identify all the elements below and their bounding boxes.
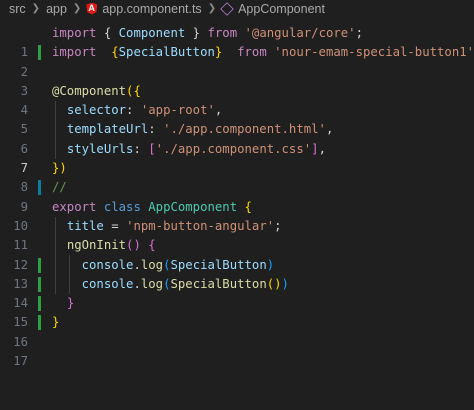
code-line-2[interactable]: 2 import {SpecialButton} from 'nour-emam… <box>0 43 474 79</box>
breadcrumb-symbol[interactable]: AppComponent <box>237 2 326 16</box>
code-line-10[interactable]: 10 export class AppComponent { <box>0 198 474 233</box>
code-line-13[interactable]: 13 console.log(SpecialButton) <box>0 256 474 291</box>
code-line-11[interactable]: 11 title = 'npm-button-angular'; <box>0 217 474 252</box>
gutter-added-marker[interactable] <box>38 45 41 61</box>
code-line-9[interactable]: 9 // <box>0 178 474 214</box>
code-text: ngOnInit() { <box>66 238 156 253</box>
breadcrumb-app[interactable]: app <box>45 2 68 16</box>
code-line-1[interactable]: 1 import { Component } from '@angular/co… <box>0 24 474 59</box>
code-text: export class AppComponent { <box>52 199 252 214</box>
gutter-added-marker[interactable] <box>38 296 41 312</box>
code-editor[interactable]: 1 import { Component } from '@angular/co… <box>0 24 474 368</box>
breadcrumb-file[interactable]: app.component.ts <box>101 2 202 16</box>
code-text: } <box>52 315 60 330</box>
chevron-right-icon: ❯ <box>31 3 41 14</box>
gutter-added-marker[interactable] <box>38 276 41 292</box>
chevron-right-icon: ❯ <box>72 3 82 14</box>
chevron-right-icon: ❯ <box>207 3 217 14</box>
code-text: styleUrls: ['./app.component.css'], <box>66 141 326 156</box>
breadcrumb-src[interactable]: src <box>8 2 27 16</box>
code-text: } <box>66 296 75 311</box>
code-line-3[interactable]: 3 <box>0 63 474 98</box>
code-line-4[interactable]: 4 @Component({ <box>0 82 474 117</box>
code-text: title = 'npm-button-angular'; <box>66 218 282 233</box>
angular-icon <box>86 2 98 15</box>
code-line-14[interactable]: 14 console.log(SpecialButton()) <box>0 275 474 310</box>
code-line-8[interactable]: 8 }) <box>0 159 474 194</box>
code-text: templateUrl: './app.component.html', <box>66 122 334 137</box>
class-symbol-icon <box>220 1 234 16</box>
code-text: }) <box>52 161 67 176</box>
code-text: import { Component } from '@angular/core… <box>52 26 363 40</box>
gutter-added-marker[interactable] <box>38 315 41 331</box>
code-text: @Component({ <box>52 83 141 98</box>
code-line-12[interactable]: 12 ngOnInit() { <box>0 236 474 271</box>
code-line-6[interactable]: 6 templateUrl: './app.component.html', <box>0 120 474 155</box>
gutter-added-marker[interactable] <box>38 257 41 273</box>
code-line-5[interactable]: 5 selector: 'app-root', <box>0 101 474 136</box>
code-line-16[interactable]: 16 } <box>0 313 474 349</box>
code-text: console.log(SpecialButton()) <box>81 276 289 291</box>
code-line-17[interactable]: 17 <box>0 333 474 368</box>
breadcrumb: src ❯ app ❯ app.component.ts ❯ AppCompon… <box>0 0 474 17</box>
code-line-7[interactable]: 7 styleUrls: ['./app.component.css'], <box>0 140 474 175</box>
line-number: 17 <box>13 354 28 369</box>
code-text: console.log(SpecialButton) <box>81 257 275 272</box>
code-line-15[interactable]: 15 } <box>0 294 474 329</box>
code-text: // <box>52 180 67 195</box>
code-text: selector: 'app-root', <box>66 103 223 118</box>
code-text: import {SpecialButton} from 'nour-emam-s… <box>52 45 474 60</box>
gutter-modified-marker[interactable] <box>38 180 41 196</box>
